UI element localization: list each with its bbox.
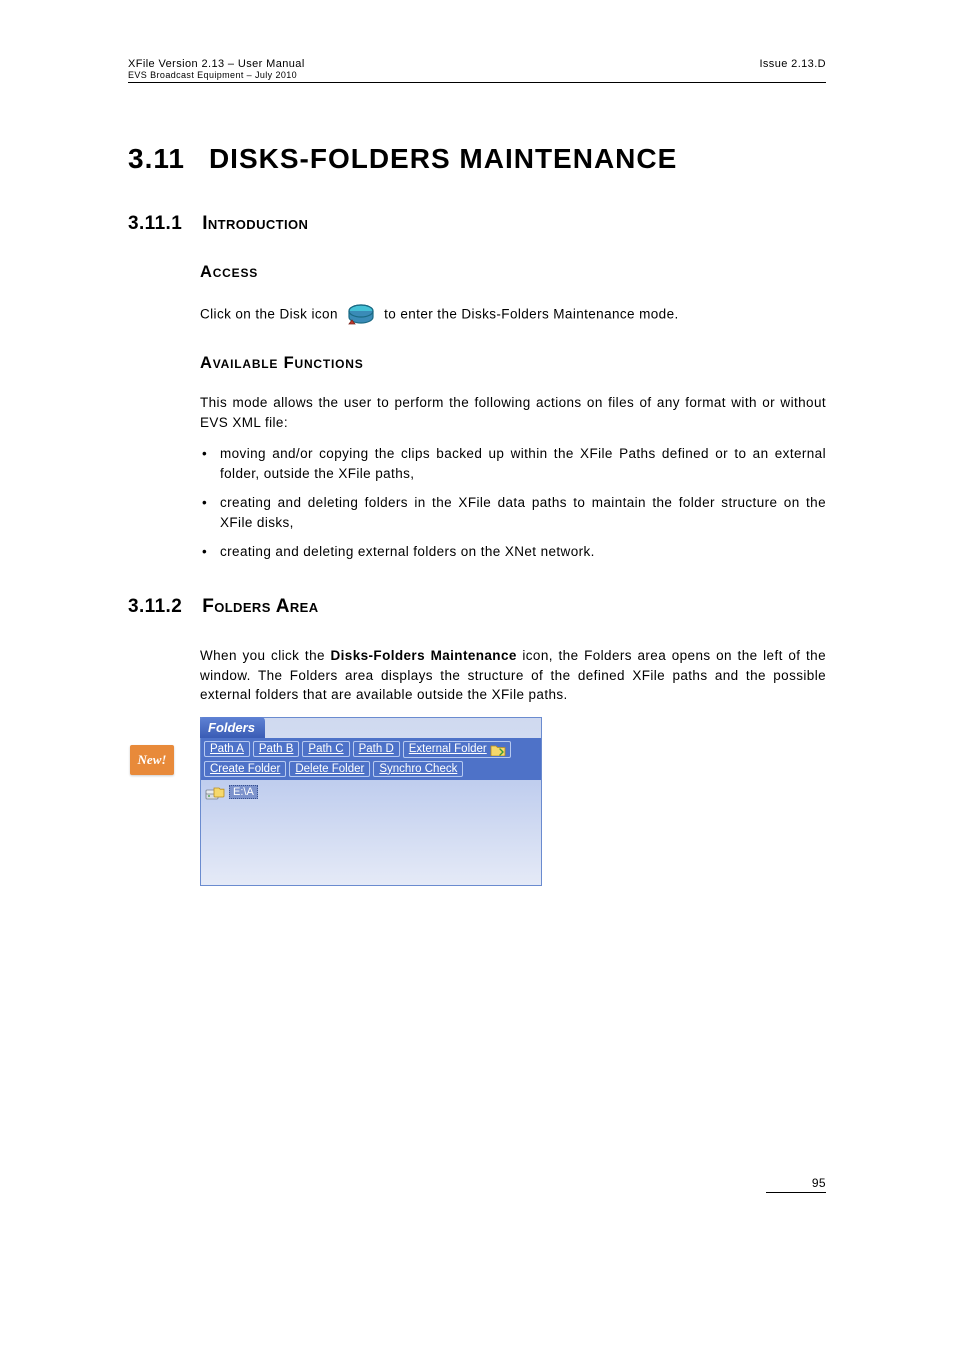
- page-number: 95: [766, 1176, 826, 1193]
- folders-toolbar-row-2: Create Folder Delete Folder Synchro Chec…: [204, 761, 538, 777]
- section-title-text: DISKS-FOLDERS MAINTENANCE: [209, 143, 677, 175]
- folders-toolbar: Path A Path B Path C Path D External Fol…: [201, 738, 541, 780]
- external-folder-button[interactable]: External Folder: [403, 741, 511, 758]
- subsection-title: Folders Area: [202, 596, 318, 618]
- subsection-number: 3.11.1: [128, 213, 182, 235]
- subsection-introduction: 3.11.1 Introduction: [128, 213, 826, 235]
- page-header: XFile Version 2.13 – User Manual EVS Bro…: [128, 58, 826, 83]
- path-b-button[interactable]: Path B: [253, 741, 300, 757]
- section-number: 3.11: [128, 143, 185, 175]
- access-text-before: Click on the Disk icon: [200, 307, 342, 322]
- path-d-button[interactable]: Path D: [353, 741, 400, 757]
- header-company-line: EVS Broadcast Equipment – July 2010: [128, 70, 305, 80]
- folders-area-paragraph: When you click the Disks-Folders Mainten…: [200, 646, 826, 705]
- disk-icon: [346, 302, 376, 328]
- available-functions-heading: Available Functions: [200, 354, 826, 373]
- list-item: creating and deleting external folders o…: [200, 542, 826, 562]
- access-heading: Access: [200, 263, 826, 282]
- external-folder-label: External Folder: [409, 743, 487, 755]
- delete-folder-button[interactable]: Delete Folder: [289, 761, 370, 777]
- path-c-button[interactable]: Path C: [302, 741, 349, 757]
- header-issue: Issue 2.13.D: [759, 58, 826, 80]
- folders-panel: Folders Path A Path B Path C Path D Exte…: [200, 717, 542, 886]
- section-title: 3.11 DISKS-FOLDERS MAINTENANCE: [128, 143, 826, 175]
- subsection-folders-area: 3.11.2 Folders Area: [128, 596, 826, 618]
- new-badge: New!: [130, 745, 174, 775]
- folders-tree: E:\A: [201, 780, 541, 885]
- folders-area-text-pre: When you click the: [200, 648, 331, 663]
- subsection-title: Introduction: [202, 213, 308, 235]
- drive-folder-icon: [205, 784, 225, 801]
- new-badge-text: New!: [138, 752, 167, 768]
- access-paragraph: Click on the Disk icon to enter the Disk…: [200, 302, 826, 328]
- folders-toolbar-row-1: Path A Path B Path C Path D External Fol…: [204, 741, 538, 758]
- synchro-check-button[interactable]: Synchro Check: [373, 761, 463, 777]
- tree-item-label: E:\A: [229, 785, 258, 799]
- path-a-button[interactable]: Path A: [204, 741, 250, 757]
- folder-icon: [490, 743, 506, 756]
- create-folder-button[interactable]: Create Folder: [204, 761, 286, 777]
- subsection-number: 3.11.2: [128, 596, 182, 618]
- list-item: creating and deleting folders in the XFi…: [200, 493, 826, 532]
- access-text-after: to enter the Disks-Folders Maintenance m…: [384, 307, 678, 322]
- folders-panel-tab[interactable]: Folders: [200, 717, 265, 738]
- tree-item-row[interactable]: E:\A: [205, 784, 537, 801]
- folders-area-bold: Disks-Folders Maintenance: [331, 648, 517, 663]
- folders-panel-tab-label: Folders: [208, 720, 255, 735]
- header-left: XFile Version 2.13 – User Manual EVS Bro…: [128, 58, 305, 80]
- available-functions-list: moving and/or copying the clips backed u…: [200, 444, 826, 562]
- list-item: moving and/or copying the clips backed u…: [200, 444, 826, 483]
- available-functions-intro: This mode allows the user to perform the…: [200, 393, 826, 432]
- header-product-line: XFile Version 2.13 – User Manual: [128, 58, 305, 70]
